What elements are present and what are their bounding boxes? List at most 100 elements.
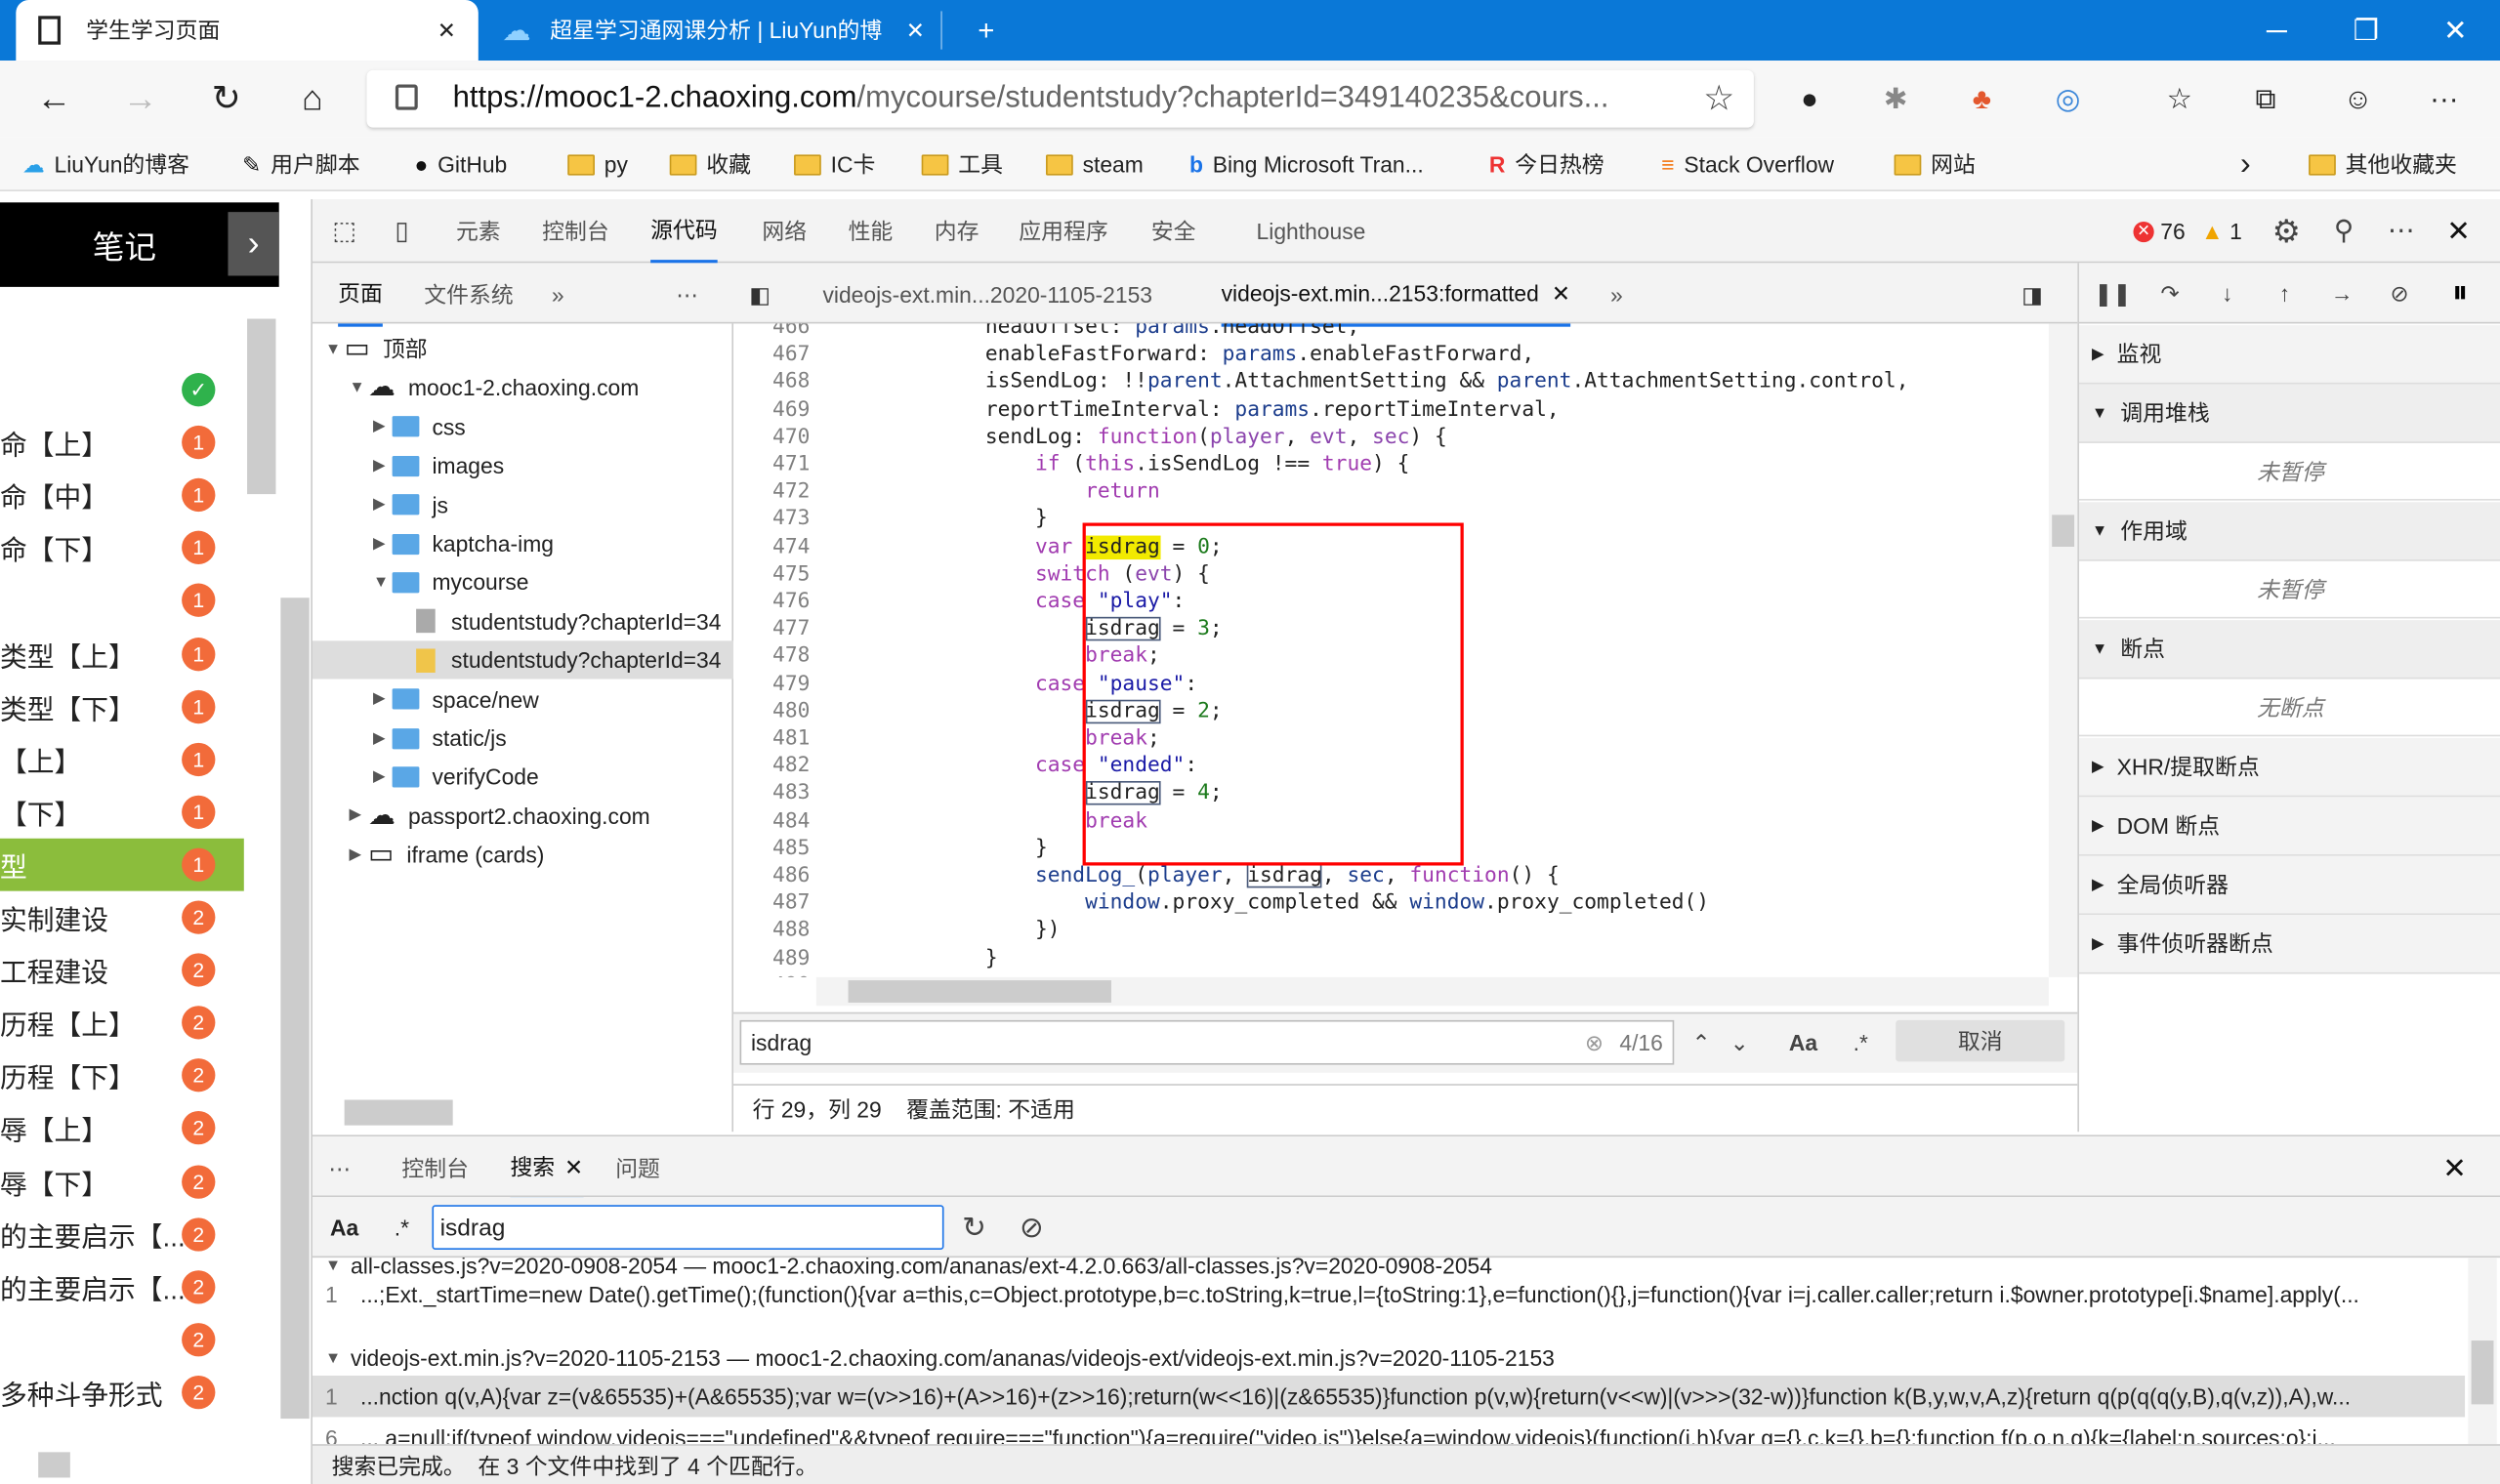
chapter-item[interactable]: 历程【上】 2 [0,997,244,1050]
bookmark-item[interactable]: ≡ Stack Overflow [1661,137,1834,191]
section-header[interactable]: ▼ 断点 [2078,620,2500,680]
extension-icon[interactable]: ● [1781,61,1839,137]
collapse-chevron-icon[interactable]: › [228,212,279,276]
search-result-match[interactable]: 1 ...;Ext._startTime=new Date().getTime()… [312,1273,2465,1314]
line-number[interactable]: 479 [733,671,810,698]
chapter-item[interactable]: 命【上】 1 [0,416,244,469]
line-number[interactable]: 489 [733,944,810,971]
h-scrollbar[interactable] [344,1099,453,1126]
clear-icon[interactable]: ⊗ [1585,1029,1604,1056]
bookmark-item[interactable]: 收藏 [669,137,751,191]
bookmark-item[interactable]: ● GitHub [414,137,507,191]
line-number[interactable]: 482 [733,753,810,780]
more-button[interactable]: ··· [2415,61,2473,137]
close-icon[interactable]: ✕ [564,1153,583,1180]
bookmark-item[interactable]: R 今日热榜 [1489,137,1604,191]
profile-avatar[interactable]: ☺ [2329,61,2387,137]
section-header[interactable]: ▼ 作用域 [2078,502,2500,561]
favorite-star-icon[interactable]: ☆ [1703,78,1734,119]
collapsed-arrow-icon[interactable]: ▶ [350,807,369,825]
tab-2[interactable]: 源代码 [650,199,718,264]
other-bookmarks[interactable]: 其他收藏夹 [2309,137,2457,191]
line-number[interactable]: 484 [733,807,810,835]
feedback-icon[interactable]: ⚲ [2324,199,2362,263]
chapter-item[interactable]: 1 [0,574,244,627]
match-case-toggle[interactable]: Aa [1779,1020,1827,1065]
line-number[interactable]: 480 [733,698,810,725]
tab-5[interactable]: 内存 [935,199,979,263]
tree-item[interactable]: ▶ static/js [312,719,733,757]
previous-match-icon[interactable]: ⌃ [1684,1020,1719,1065]
bookmark-item[interactable]: ✎ 用户脚本 [242,137,359,191]
inspect-icon[interactable]: ⬚ [325,199,363,263]
regex-toggle[interactable]: .* [380,1204,425,1252]
chapter-item[interactable]: 命【中】 1 [0,469,244,521]
collapsed-arrow-icon[interactable]: ▶ [373,535,393,553]
chapter-item[interactable]: 实制建设 2 [0,891,244,944]
editor-tab-active[interactable]: videojs-ext.min...2153:formatted ✕ [1221,263,1571,327]
tree-item[interactable]: ▼ ☁ mooc1-2.chaoxing.com [312,369,733,407]
line-number[interactable]: 469 [733,396,810,424]
bookmark-item[interactable]: b Bing Microsoft Tran... [1189,137,1424,191]
more-tabs-icon[interactable]: » [1610,263,1623,326]
close-window-button[interactable]: ✕ [2411,0,2500,61]
search-result-match[interactable]: 6 ... a=null;if(typeof window.videojs==="… [312,1417,2465,1445]
toggle-navigator-icon[interactable]: ◧ [749,263,771,326]
settings-gear-icon[interactable]: ⚙ [2268,199,2306,263]
step-out-icon[interactable]: ↑ [2264,263,2305,323]
tree-item[interactable]: ▼ mycourse [312,563,733,601]
toggle-debugger-icon[interactable]: ◨ [2021,263,2043,326]
bookmark-item[interactable]: ☁ LiuYun的博客 [22,137,189,191]
line-number[interactable]: 471 [733,451,810,478]
line-number[interactable]: 485 [733,835,810,862]
line-number[interactable]: 470 [733,424,810,451]
chapter-item[interactable]: 2 [0,1313,244,1366]
tab-3[interactable]: 网络 [762,199,807,263]
search-result-file[interactable]: ▼ videojs-ext.min.js?v=2020-1105-2153 — m… [312,1338,2465,1379]
collapsed-arrow-icon[interactable]: ▶ [350,845,369,863]
forward-button[interactable]: → [108,61,172,137]
line-number[interactable]: 467 [733,342,810,369]
expanded-arrow-icon[interactable]: ▼ [373,574,393,592]
tree-item[interactable]: ▶ images [312,446,733,484]
line-number[interactable]: 473 [733,506,810,533]
find-input[interactable]: isdrag ⊗ 4/16 [739,1019,1675,1065]
step-icon[interactable]: → [2321,263,2362,323]
collapsed-arrow-icon[interactable]: ▶ [373,457,393,474]
url-field[interactable]: https://mooc1-2.chaoxing.com/mycourse/st… [366,69,1754,128]
pause-on-exceptions-icon[interactable]: ⏸ [2439,263,2480,323]
bookmarks-more-button[interactable]: › [2240,137,2251,191]
browser-tab-active[interactable]: 学生学习页面 ✕ [16,0,479,62]
chapter-item[interactable]: 辱【下】 2 [0,1155,244,1208]
tab-0[interactable]: 元素 [456,199,501,263]
tree-item[interactable]: ▶ kaptcha-img [312,524,733,562]
new-tab-button[interactable]: + [940,11,1029,50]
editor-tab[interactable]: videojs-ext.min...2020-1105-2153 [822,263,1152,326]
collapsed-arrow-icon[interactable]: ▶ [373,690,393,708]
restore-button[interactable]: ❐ [2321,0,2410,61]
tab-8[interactable]: Lighthouse [1257,199,1366,263]
section-header[interactable]: ▶ XHR/提取断点 [2078,737,2500,798]
tree-item[interactable]: ▶ css [312,408,733,446]
refresh-icon[interactable]: ↻ [953,1204,994,1252]
h-scrollbar[interactable] [38,1452,70,1478]
expanded-arrow-icon[interactable]: ▼ [325,1349,341,1367]
tab-6[interactable]: 应用程序 [1019,199,1107,263]
extension-icon[interactable]: ♣ [1953,61,2011,137]
device-toggle-icon[interactable]: ▯ [383,199,421,263]
close-devtools-icon[interactable]: ✕ [2439,199,2478,263]
deactivate-breakpoints-icon[interactable]: ⊘ [2379,263,2420,323]
v-scrollbar[interactable] [2468,1257,2497,1445]
chapter-item[interactable]: 类型【上】 1 [0,627,244,680]
line-number[interactable]: 466 [733,323,810,341]
issue-counts[interactable]: ✕ 76 ▲ 1 [2133,199,2242,263]
tree-item[interactable]: ▶ js [312,485,733,523]
tab-4[interactable]: 性能 [849,199,894,263]
line-number[interactable]: 468 [733,369,810,396]
more-options-icon[interactable]: ⋯ [2382,199,2420,263]
bookmark-item[interactable]: steam [1046,137,1144,191]
line-number[interactable]: 476 [733,588,810,615]
line-number[interactable]: 490 [733,972,810,977]
step-over-icon[interactable]: ↷ [2149,263,2190,323]
next-match-icon[interactable]: ⌄ [1722,1020,1757,1065]
